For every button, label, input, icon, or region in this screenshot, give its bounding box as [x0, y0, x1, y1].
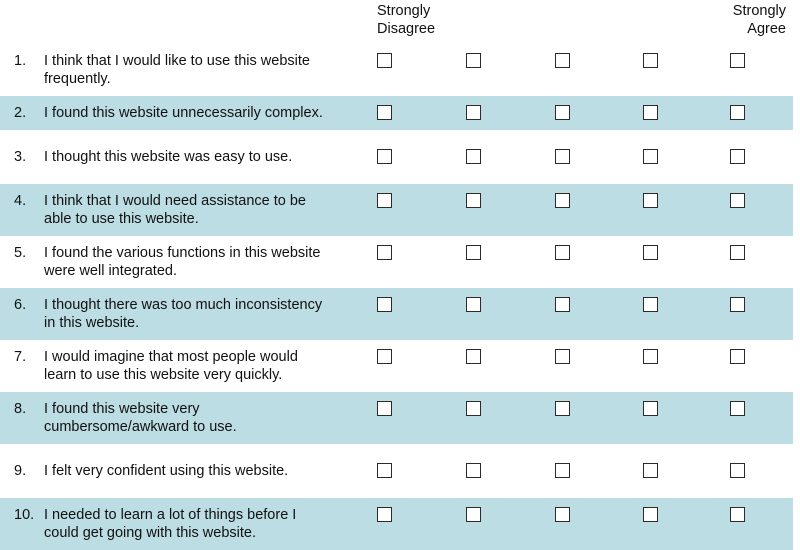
- scale-header: Strongly Disagree Strongly Agree: [0, 0, 800, 44]
- checkbox-item-6-option-4[interactable]: [643, 297, 658, 312]
- checkbox-item-8-option-4[interactable]: [643, 401, 658, 416]
- checkbox-item-6-option-5[interactable]: [730, 297, 745, 312]
- checkbox-item-10-option-4[interactable]: [643, 507, 658, 522]
- checkbox-item-3-option-4[interactable]: [643, 149, 658, 164]
- checkbox-item-6-option-1[interactable]: [377, 297, 392, 312]
- checkbox-item-4-option-5[interactable]: [730, 193, 745, 208]
- checkbox-item-1-option-4[interactable]: [643, 53, 658, 68]
- item-number: 7.: [14, 349, 27, 365]
- checkbox-item-7-option-2[interactable]: [466, 349, 481, 364]
- checkbox-item-3-option-3[interactable]: [555, 149, 570, 164]
- checkbox-item-10-option-5[interactable]: [730, 507, 745, 522]
- checkbox-item-1-option-1[interactable]: [377, 53, 392, 68]
- item-statement: I found this website very cumbersome/awk…: [44, 401, 237, 435]
- checkbox-item-5-option-2[interactable]: [466, 245, 481, 260]
- table-row: 2. I found this website unnecessarily com…: [0, 96, 793, 130]
- scale-label-strongly-agree: Strongly Agree: [732, 3, 786, 37]
- checkbox-item-6-option-2[interactable]: [466, 297, 481, 312]
- item-number: 2.: [14, 105, 27, 121]
- checkbox-item-10-option-1[interactable]: [377, 507, 392, 522]
- item-response-options: [374, 52, 774, 70]
- item-response-options: [374, 104, 774, 122]
- checkbox-item-2-option-1[interactable]: [377, 105, 392, 120]
- item-number: 10.: [14, 507, 35, 523]
- item-response-options: [374, 296, 774, 314]
- checkbox-item-5-option-4[interactable]: [643, 245, 658, 260]
- table-row: 5. I found the various functions in this …: [0, 236, 793, 288]
- checkbox-item-7-option-4[interactable]: [643, 349, 658, 364]
- checkbox-item-5-option-3[interactable]: [555, 245, 570, 260]
- item-statement: I think that I would need assistance to …: [44, 193, 306, 227]
- checkbox-item-2-option-5[interactable]: [730, 105, 745, 120]
- checkbox-item-3-option-1[interactable]: [377, 149, 392, 164]
- checkbox-item-5-option-1[interactable]: [377, 245, 392, 260]
- item-statement: I felt very confident using this website…: [44, 463, 289, 479]
- item-statement: I found the various functions in this we…: [44, 245, 321, 279]
- checkbox-item-3-option-5[interactable]: [730, 149, 745, 164]
- checkbox-item-10-option-3[interactable]: [555, 507, 570, 522]
- scale-label-strongly-disagree: Strongly Disagree: [377, 3, 436, 37]
- table-row: 3. I thought this website was easy to use…: [0, 140, 793, 174]
- table-row: 1. I think that I would like to use this …: [0, 44, 793, 96]
- checkbox-item-3-option-2[interactable]: [466, 149, 481, 164]
- item-statement: I thought this website was easy to use.: [44, 149, 293, 165]
- checkbox-item-2-option-4[interactable]: [643, 105, 658, 120]
- item-number: 3.: [14, 149, 27, 165]
- checkbox-item-8-option-3[interactable]: [555, 401, 570, 416]
- item-response-options: [374, 506, 774, 524]
- checkbox-item-2-option-2[interactable]: [466, 105, 481, 120]
- checkbox-item-1-option-5[interactable]: [730, 53, 745, 68]
- table-row: 9. I felt very confident using this websi…: [0, 454, 793, 488]
- checkbox-item-4-option-3[interactable]: [555, 193, 570, 208]
- item-statement: I found this website unnecessarily compl…: [44, 105, 323, 121]
- item-statement: I thought there was too much inconsisten…: [44, 297, 323, 331]
- item-number: 5.: [14, 245, 27, 261]
- questionnaire-items: 1. I think that I would like to use this …: [0, 44, 800, 550]
- item-number: 6.: [14, 297, 27, 313]
- checkbox-item-4-option-2[interactable]: [466, 193, 481, 208]
- table-row: 4. I think that I would need assistance t…: [0, 184, 793, 236]
- item-number: 9.: [14, 463, 27, 479]
- checkbox-item-1-option-3[interactable]: [555, 53, 570, 68]
- checkbox-item-2-option-3[interactable]: [555, 105, 570, 120]
- checkbox-item-10-option-2[interactable]: [466, 507, 481, 522]
- checkbox-item-4-option-1[interactable]: [377, 193, 392, 208]
- checkbox-item-7-option-1[interactable]: [377, 349, 392, 364]
- checkbox-item-7-option-3[interactable]: [555, 349, 570, 364]
- checkbox-item-8-option-5[interactable]: [730, 401, 745, 416]
- checkbox-item-9-option-5[interactable]: [730, 463, 745, 478]
- item-response-options: [374, 148, 774, 166]
- item-number: 1.: [14, 53, 27, 69]
- item-response-options: [374, 244, 774, 262]
- item-response-options: [374, 192, 774, 210]
- table-row: 8. I found this website very cumbersome/a…: [0, 392, 793, 444]
- checkbox-item-8-option-2[interactable]: [466, 401, 481, 416]
- table-row: 6. I thought there was too much inconsist…: [0, 288, 793, 340]
- checkbox-item-7-option-5[interactable]: [730, 349, 745, 364]
- checkbox-item-4-option-4[interactable]: [643, 193, 658, 208]
- item-number: 4.: [14, 193, 27, 209]
- checkbox-item-5-option-5[interactable]: [730, 245, 745, 260]
- checkbox-item-8-option-1[interactable]: [377, 401, 392, 416]
- checkbox-item-9-option-4[interactable]: [643, 463, 658, 478]
- item-response-options: [374, 462, 774, 480]
- checkbox-item-9-option-3[interactable]: [555, 463, 570, 478]
- checkbox-item-1-option-2[interactable]: [466, 53, 481, 68]
- checkbox-item-9-option-1[interactable]: [377, 463, 392, 478]
- table-row: 7. I would imagine that most people would…: [0, 340, 793, 392]
- questionnaire-sheet: Strongly Disagree Strongly Agree 1. I thi…: [0, 0, 800, 550]
- item-response-options: [374, 400, 774, 418]
- checkbox-item-6-option-3[interactable]: [555, 297, 570, 312]
- item-statement: I needed to learn a lot of things before…: [44, 507, 297, 541]
- item-number: 8.: [14, 401, 27, 417]
- item-statement: I think that I would like to use this we…: [44, 53, 310, 87]
- checkbox-item-9-option-2[interactable]: [466, 463, 481, 478]
- item-response-options: [374, 348, 774, 366]
- item-statement: I would imagine that most people would l…: [44, 349, 298, 383]
